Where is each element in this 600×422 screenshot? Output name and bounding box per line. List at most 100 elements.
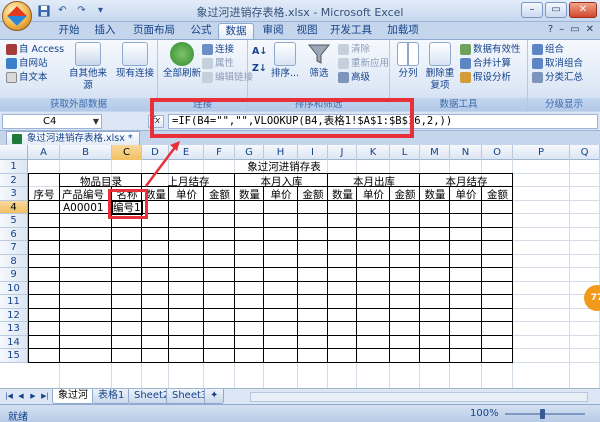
minimize-ribbon-icon[interactable]: – bbox=[559, 24, 564, 35]
header-seq[interactable]: 序号 bbox=[28, 188, 60, 202]
subheader-price[interactable]: 单价 bbox=[450, 188, 482, 202]
group-header-closing[interactable]: 本月结存 bbox=[420, 175, 513, 189]
data-validation-button[interactable]: 数据有效性 bbox=[460, 43, 521, 56]
remove-duplicates-button[interactable]: 删除重复项 bbox=[424, 42, 456, 92]
restore-icon[interactable]: ▭ bbox=[570, 24, 579, 35]
sheet-tab-1[interactable]: 表格1 bbox=[92, 389, 131, 404]
tab-add-ins[interactable]: 加载项 bbox=[380, 23, 426, 39]
row-header-7[interactable]: 7 bbox=[0, 241, 28, 255]
refresh-all-button[interactable]: 全部刷新 bbox=[160, 42, 204, 80]
chevron-down-icon[interactable]: ▼ bbox=[93, 115, 99, 128]
workbook-tab[interactable]: 象过河进销存表格.xlsx * bbox=[6, 131, 140, 145]
from-access-button[interactable]: 自 Access bbox=[6, 43, 64, 56]
subheader-qty[interactable]: 数量 bbox=[235, 188, 264, 202]
sort-az-icon[interactable]: A↓ bbox=[252, 45, 267, 58]
tab-developer[interactable]: 开发工具 bbox=[326, 23, 376, 39]
text-to-columns-button[interactable]: 分列 bbox=[392, 42, 424, 80]
column-header-m[interactable]: M bbox=[420, 145, 450, 160]
connections-button[interactable]: 连接 bbox=[202, 43, 234, 56]
zoom-slider[interactable] bbox=[505, 413, 585, 415]
clear-button[interactable]: 清除 bbox=[338, 43, 370, 56]
column-header-j[interactable]: J bbox=[328, 145, 357, 160]
row-header-10[interactable]: 10 bbox=[0, 281, 28, 295]
maximize-button[interactable]: ▭ bbox=[545, 2, 567, 18]
column-header-k[interactable]: K bbox=[357, 145, 390, 160]
advanced-button[interactable]: 高级 bbox=[338, 71, 370, 84]
properties-button[interactable]: 属性 bbox=[202, 57, 234, 70]
minimize-button[interactable]: – bbox=[521, 2, 543, 18]
filter-button[interactable]: 筛选 bbox=[304, 42, 334, 80]
subheader-amount[interactable]: 金额 bbox=[390, 188, 420, 202]
subheader-amount[interactable]: 金额 bbox=[204, 188, 235, 202]
subheader-amount[interactable]: 金额 bbox=[482, 188, 513, 202]
column-header-i[interactable]: I bbox=[298, 145, 328, 160]
tab-view[interactable]: 视图 bbox=[290, 23, 324, 39]
zoom-level[interactable]: 100% bbox=[470, 408, 499, 419]
tab-review[interactable]: 审阅 bbox=[256, 23, 290, 39]
zoom-slider-thumb[interactable] bbox=[540, 409, 545, 419]
tab-data[interactable]: 数据 bbox=[218, 23, 254, 39]
tab-formulas[interactable]: 公式 bbox=[184, 23, 218, 39]
column-header-h[interactable]: H bbox=[264, 145, 298, 160]
prev-sheet-icon[interactable]: ◀ bbox=[16, 391, 26, 402]
column-header-n[interactable]: N bbox=[450, 145, 482, 160]
column-header-p[interactable]: P bbox=[513, 145, 570, 160]
group-button[interactable]: 组合 bbox=[532, 43, 564, 56]
last-sheet-icon[interactable]: ▶| bbox=[40, 391, 50, 402]
subheader-amount[interactable]: 金额 bbox=[298, 188, 328, 202]
consolidate-button[interactable]: 合并计算 bbox=[460, 57, 511, 70]
subheader-qty[interactable]: 数量 bbox=[420, 188, 450, 202]
row-header-11[interactable]: 11 bbox=[0, 295, 28, 309]
header-code[interactable]: 产品编号 bbox=[62, 188, 112, 202]
sort-button[interactable]: 排序... bbox=[270, 42, 300, 80]
row-header-3[interactable]: 3 bbox=[0, 187, 28, 201]
office-button[interactable] bbox=[2, 1, 32, 31]
name-box[interactable]: C4 ▼ bbox=[2, 114, 102, 129]
group-header-opening[interactable]: 上月结存 bbox=[142, 175, 235, 189]
group-header-in[interactable]: 本月入库 bbox=[235, 175, 328, 189]
sort-za-icon[interactable]: Z↓ bbox=[252, 62, 267, 75]
column-header-q[interactable]: Q bbox=[570, 145, 600, 160]
row-header-13[interactable]: 13 bbox=[0, 322, 28, 336]
next-sheet-icon[interactable]: ▶ bbox=[28, 391, 38, 402]
cell-b4[interactable]: A00001 bbox=[63, 201, 111, 215]
subheader-price[interactable]: 单价 bbox=[169, 188, 204, 202]
edit-links-button[interactable]: 编辑链接 bbox=[202, 71, 253, 84]
subheader-qty[interactable]: 数量 bbox=[328, 188, 357, 202]
other-sources-button[interactable]: 自其他来源 bbox=[66, 42, 110, 92]
from-text-button[interactable]: 自文本 bbox=[6, 71, 48, 84]
what-if-button[interactable]: 假设分析 bbox=[460, 71, 511, 84]
row-header-15[interactable]: 15 bbox=[0, 349, 28, 363]
tab-home[interactable]: 开始 bbox=[52, 23, 86, 39]
existing-connections-button[interactable]: 现有连接 bbox=[114, 42, 156, 80]
group-header-product[interactable]: 物品目录 bbox=[60, 175, 142, 189]
column-header-o[interactable]: O bbox=[482, 145, 513, 160]
tab-insert[interactable]: 插入 bbox=[88, 23, 122, 39]
horizontal-scrollbar[interactable] bbox=[250, 392, 588, 402]
row-header-1[interactable]: 1 bbox=[0, 160, 28, 174]
row-header-2[interactable]: 2 bbox=[0, 173, 28, 187]
row-header-12[interactable]: 12 bbox=[0, 308, 28, 322]
column-header-l[interactable]: L bbox=[390, 145, 420, 160]
column-header-d[interactable]: D bbox=[142, 145, 169, 160]
row-header-6[interactable]: 6 bbox=[0, 227, 28, 241]
column-header-f[interactable]: F bbox=[204, 145, 235, 160]
subheader-price[interactable]: 单价 bbox=[264, 188, 298, 202]
row-header-14[interactable]: 14 bbox=[0, 335, 28, 349]
column-header-b[interactable]: B bbox=[60, 145, 112, 160]
column-header-g[interactable]: G bbox=[235, 145, 264, 160]
column-header-e[interactable]: E bbox=[169, 145, 204, 160]
row-header-9[interactable]: 9 bbox=[0, 268, 28, 282]
from-web-button[interactable]: 自网站 bbox=[6, 57, 48, 70]
worksheet-grid[interactable]: ABCDEFGHIJKLMNOPQ 1 2 3 4 5 6 7 8 9 10 11 12 13 14 15 … bbox=[0, 145, 600, 388]
help-icon[interactable]: ? bbox=[548, 24, 553, 35]
select-all-corner[interactable] bbox=[0, 145, 28, 160]
ungroup-button[interactable]: 取消组合 bbox=[532, 57, 583, 70]
close-button[interactable]: ✕ bbox=[569, 2, 597, 18]
subheader-price[interactable]: 单价 bbox=[357, 188, 390, 202]
row-header-8[interactable]: 8 bbox=[0, 254, 28, 268]
subtotal-button[interactable]: 分类汇总 bbox=[532, 71, 583, 84]
reapply-button[interactable]: 重新应用 bbox=[338, 57, 389, 70]
column-header-a[interactable]: A bbox=[28, 145, 60, 160]
new-sheet-icon[interactable]: ✦ bbox=[204, 389, 224, 404]
